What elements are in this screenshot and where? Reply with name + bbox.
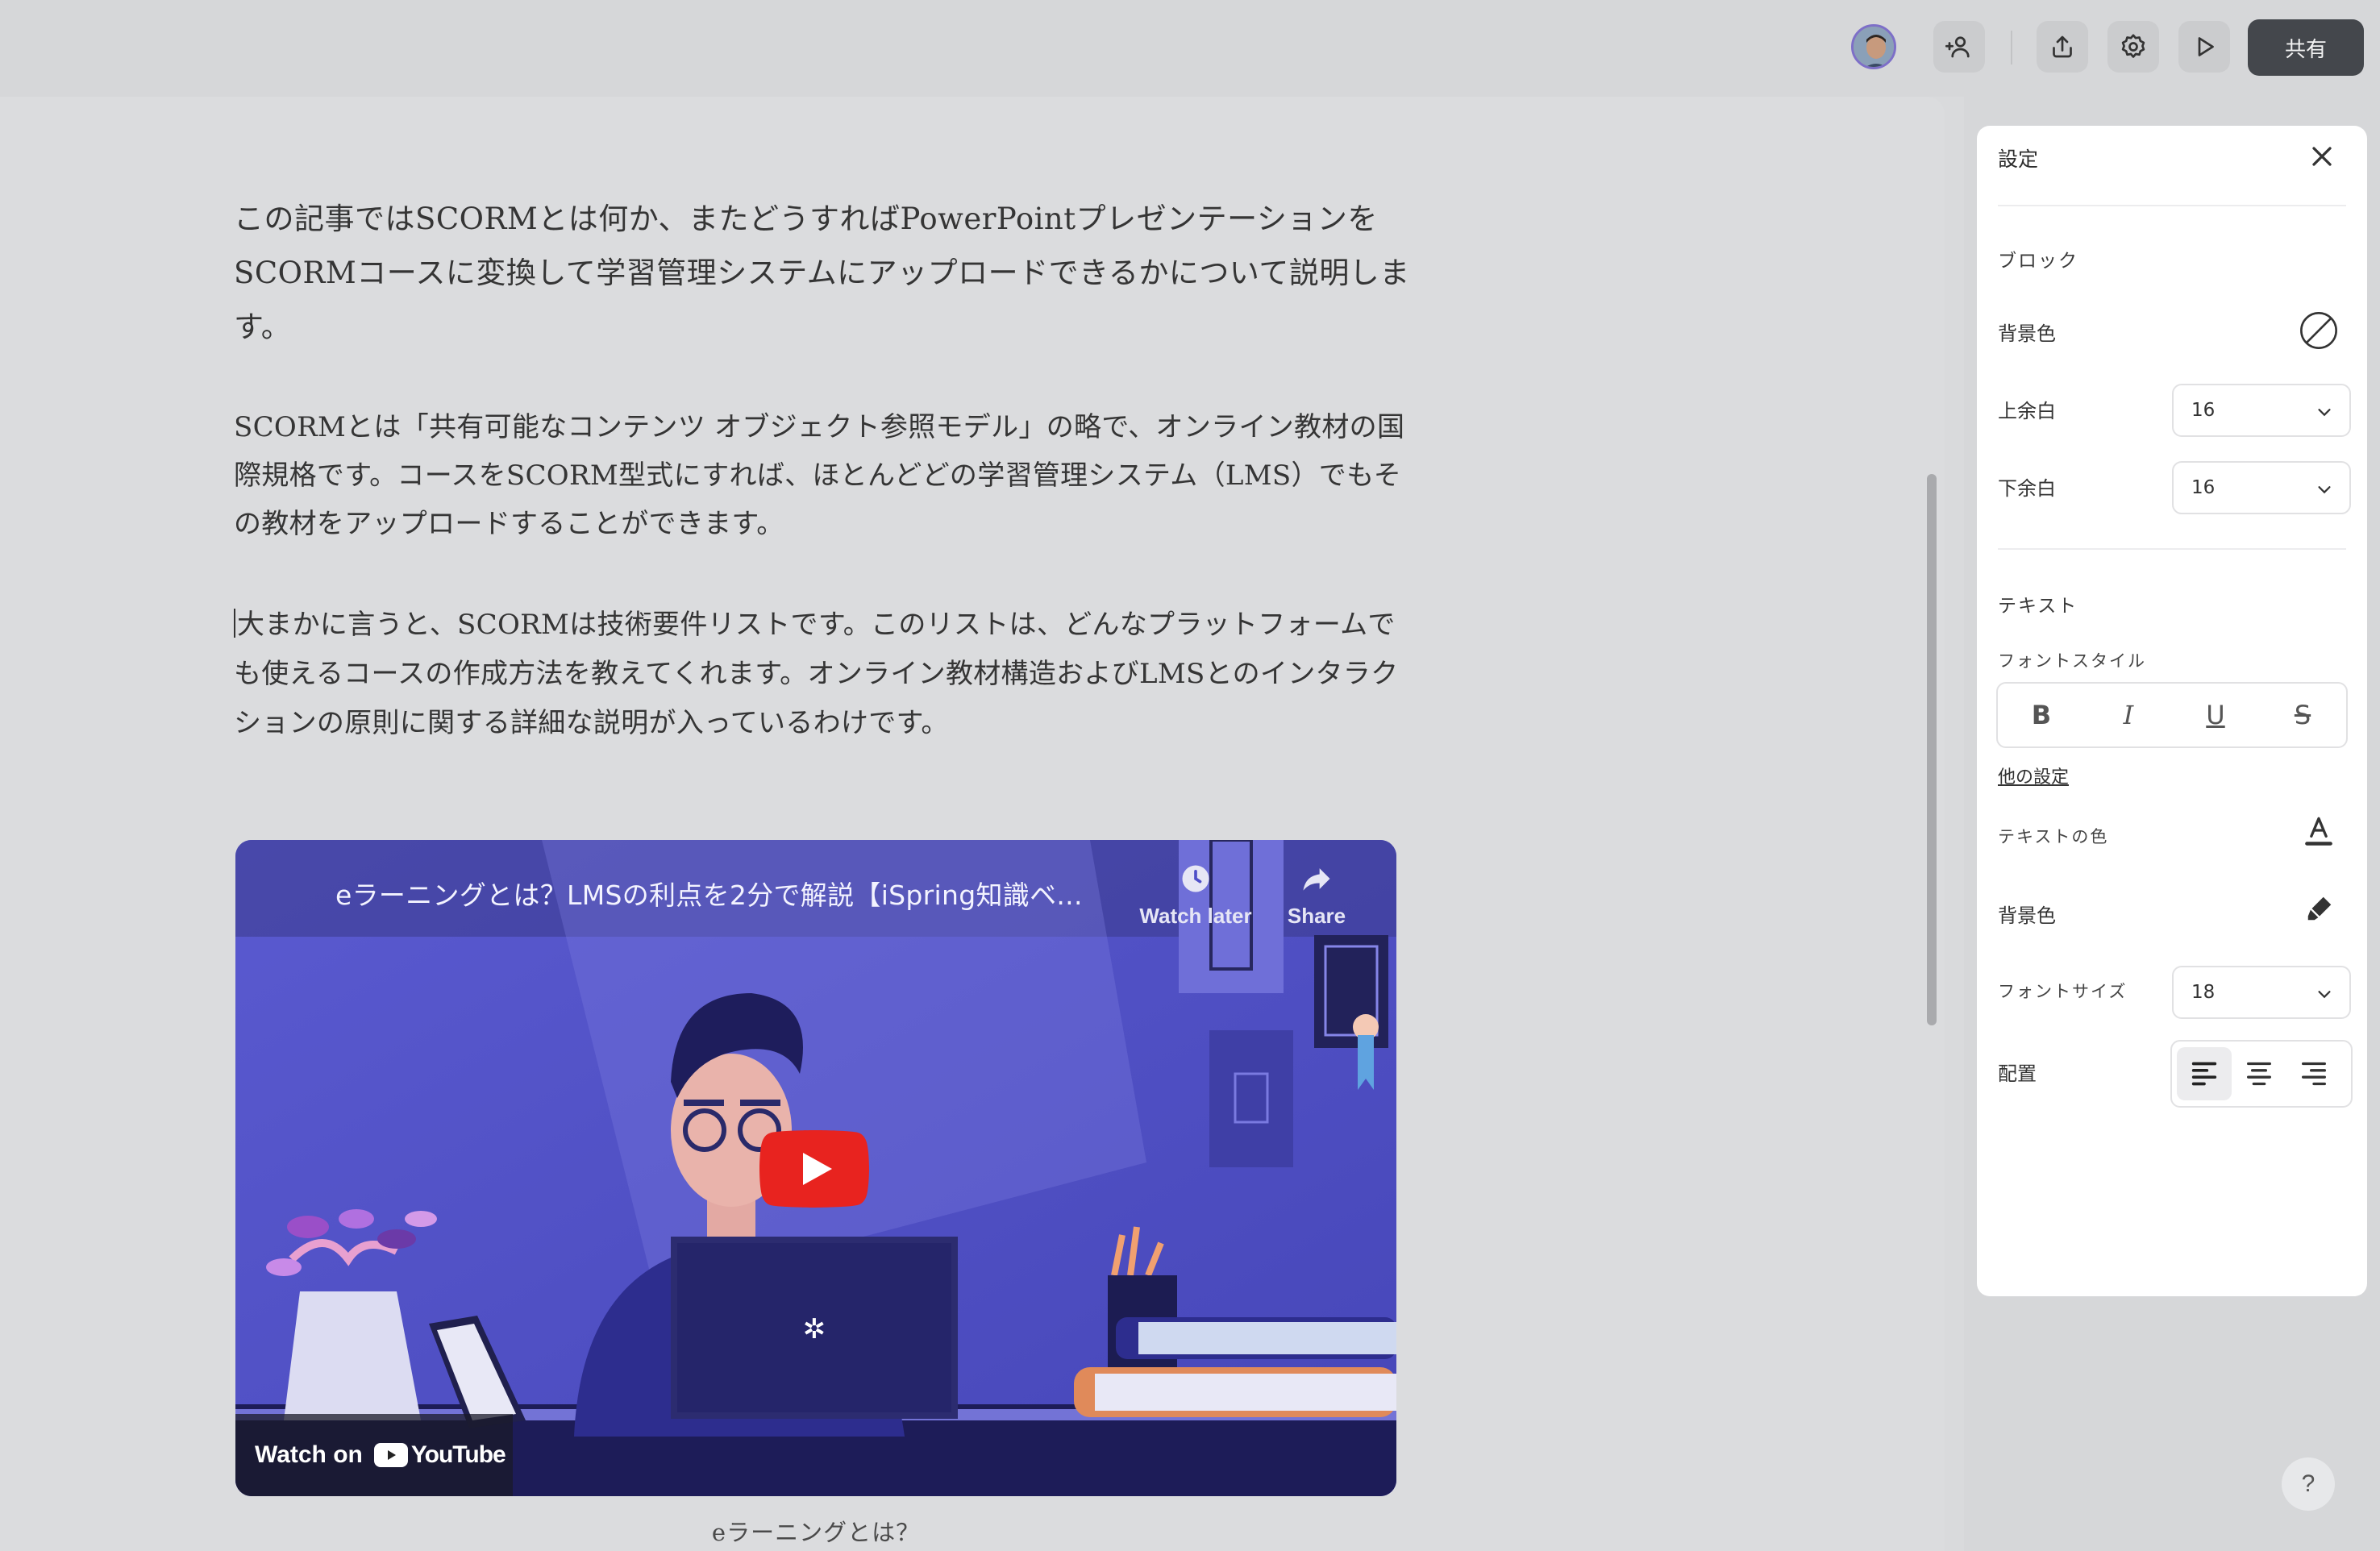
video-title[interactable]: eラーニングとは？LMSの利点を2分で解説【iSpring知識ベ... [335,874,1083,913]
panel-divider [1998,548,2346,550]
font-style-toolbar: B I U S [1996,682,2348,748]
youtube-play-icon[interactable] [759,1130,869,1208]
bold-button[interactable]: B [1998,684,2085,746]
underline-button[interactable]: U [2172,684,2259,746]
alignment-label: 配置 [1998,1062,2037,1085]
settings-button[interactable] [2107,21,2159,73]
align-left-button[interactable] [2177,1047,2232,1100]
share-button[interactable]: 共有 [2248,19,2364,76]
align-right-button[interactable] [2286,1047,2341,1100]
svg-text:✲: ✲ [803,1313,826,1345]
more-settings-link[interactable]: 他の設定 [1998,763,2069,788]
paragraph-requirements[interactable]: 大まかに言うと、SCORMは技術要件リストです。このリストは、どんなプラットフォ… [234,601,1419,748]
text-section-title: テキスト [1998,596,2078,617]
export-button[interactable] [2037,21,2088,73]
add-user-icon [1945,36,1970,58]
highlighter-icon[interactable] [2304,893,2335,924]
italic-button[interactable]: I [2085,684,2172,746]
align-center-icon [2247,1062,2271,1086]
user-avatar[interactable] [1851,24,1896,69]
text-caret [234,609,235,638]
youtube-embed[interactable]: ✲ eラーニングとは？LMSの利点を2分で解説【iSpring知識ベ... Wa… [235,840,1396,1496]
paragraph-intro[interactable]: この記事ではSCORMとは何か、またどうすればPowerPointプレゼンテーシ… [234,192,1419,354]
toolbar-divider [2011,31,2012,64]
alignment-toolbar [2170,1040,2353,1108]
upload-icon [2053,35,2072,58]
help-button[interactable]: ? [2282,1457,2335,1511]
text-color-icon[interactable] [2301,813,2336,848]
top-toolbar: 共有 [0,0,2380,97]
panel-divider [1998,205,2346,206]
no-color-icon[interactable] [2298,310,2340,351]
close-icon[interactable] [2306,140,2338,173]
font-style-label: フォントスタイル [1998,651,2146,671]
avatar-image [1854,27,1894,67]
align-right-icon [2302,1062,2326,1086]
chevron-down-icon [2318,991,2331,999]
gear-icon [2121,34,2145,58]
align-center-button[interactable] [2232,1047,2286,1100]
document-scrollbar[interactable] [1927,474,1937,1025]
watch-later-label: Watch later [1139,904,1252,928]
bottom-margin-select[interactable]: 16 [2172,461,2351,514]
top-margin-label: 上余白 [1998,400,2056,422]
font-size-value: 18 [2191,982,2216,1003]
youtube-wordmark: YouTube [410,1441,506,1468]
play-icon [2198,37,2214,56]
font-size-label: フォントサイズ [1998,982,2128,1001]
bottom-margin-value: 16 [2191,477,2216,498]
youtube-logo: YouTube [373,1441,506,1469]
clock-icon [1182,865,1209,892]
chevron-down-icon [2318,486,2331,494]
preview-button[interactable] [2178,21,2230,73]
watch-later-button[interactable]: Watch later [1135,861,1256,929]
paragraph-definition[interactable]: SCORMとは「共有可能なコンテンツ オブジェクト参照モデル」の略で、オンライン… [234,403,1419,548]
video-share-label: Share [1287,904,1346,928]
settings-title: 設定 [1998,148,2039,171]
settings-panel: 設定 ブロック 背景色 上余白 16 下余白 16 テキスト フォントスタイル … [1977,126,2367,1296]
strikethrough-button[interactable]: S [2259,684,2346,746]
video-share-button[interactable]: Share [1280,861,1353,929]
align-left-icon [2191,1062,2217,1086]
video-caption[interactable]: eラーニングとは？ [235,1514,1396,1548]
chevron-down-icon [2318,409,2331,417]
bottom-margin-label: 下余白 [1998,477,2056,500]
paragraph-requirements-text: 大まかに言うと、SCORMは技術要件リストです。このリストは、どんなプラットフォ… [234,609,1399,739]
font-size-select[interactable]: 18 [2172,966,2351,1019]
watch-on-label: Watch on [255,1441,363,1468]
top-margin-value: 16 [2191,400,2216,421]
block-section-title: ブロック [1998,251,2078,272]
add-user-button[interactable] [1933,21,1985,73]
youtube-logo-icon [373,1443,408,1467]
text-color-label: テキストの色 [1998,827,2109,846]
share-arrow-icon [1303,868,1330,891]
text-bg-color-label: 背景色 [1998,904,2056,927]
block-bg-color-label: 背景色 [1998,322,2056,345]
top-margin-select[interactable]: 16 [2172,384,2351,437]
watch-on-youtube-button[interactable]: Watch on YouTube [235,1414,513,1496]
